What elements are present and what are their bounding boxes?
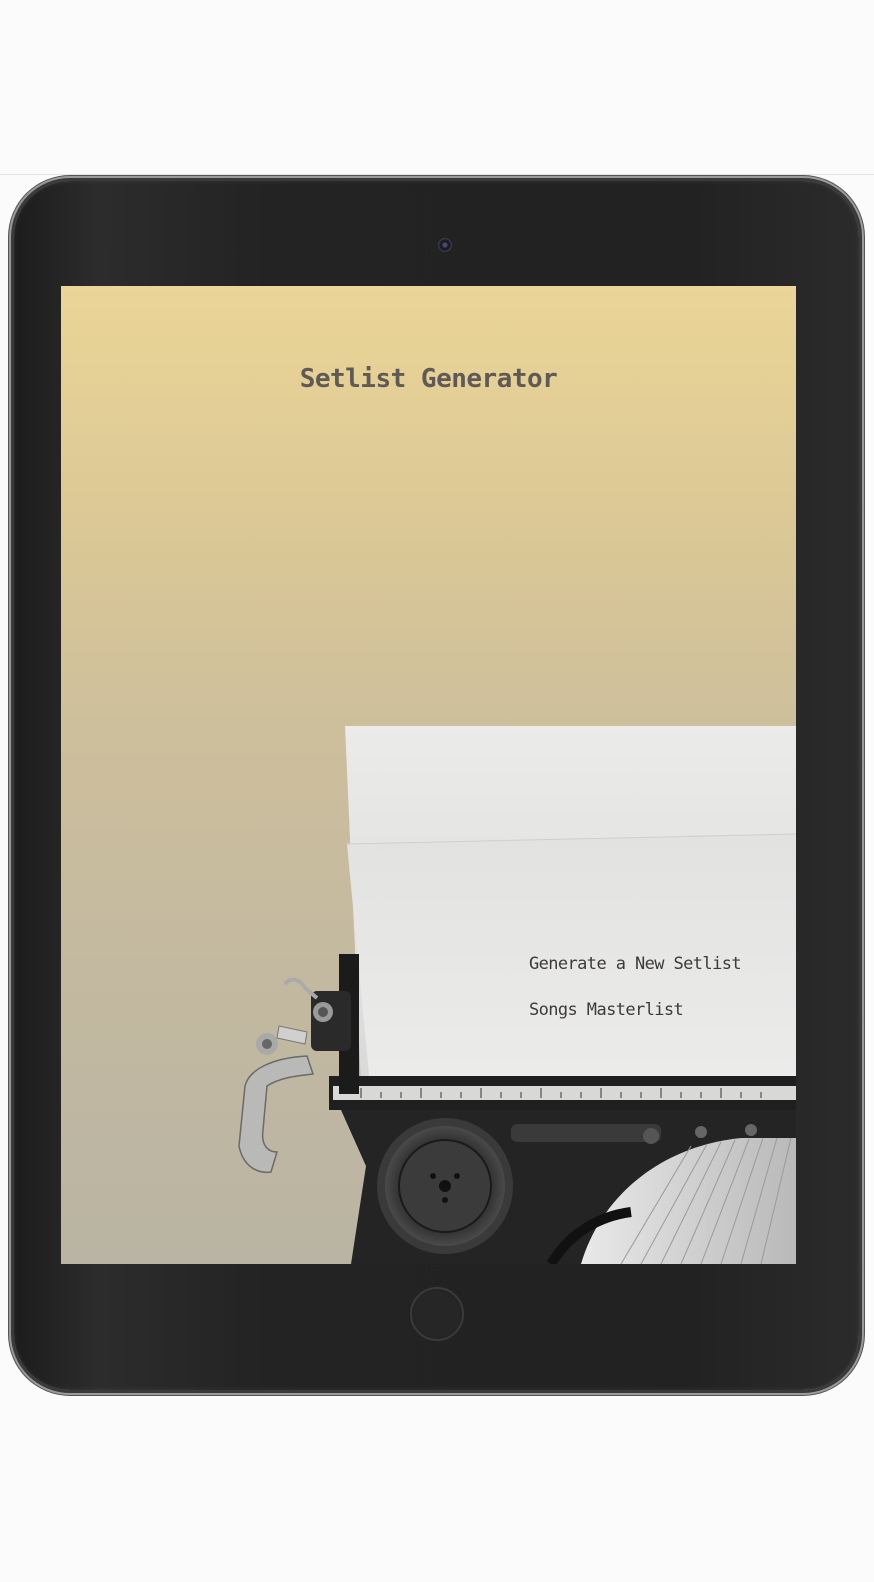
tablet-frame: Setlist Generator Generate a New Setlist… [14, 181, 859, 1390]
page: Setlist Generator Generate a New Setlist… [0, 0, 874, 1582]
camera-icon [438, 238, 452, 252]
app-screen: Setlist Generator Generate a New Setlist… [61, 286, 796, 1264]
generate-setlist-link[interactable]: Generate a New Setlist [529, 954, 789, 974]
main-menu: Generate a New Setlist Songs Masterlist [529, 954, 789, 1046]
top-band [0, 0, 874, 175]
home-button-icon[interactable] [410, 1287, 464, 1341]
songs-masterlist-link[interactable]: Songs Masterlist [529, 1000, 789, 1020]
page-title: Setlist Generator [299, 364, 558, 394]
